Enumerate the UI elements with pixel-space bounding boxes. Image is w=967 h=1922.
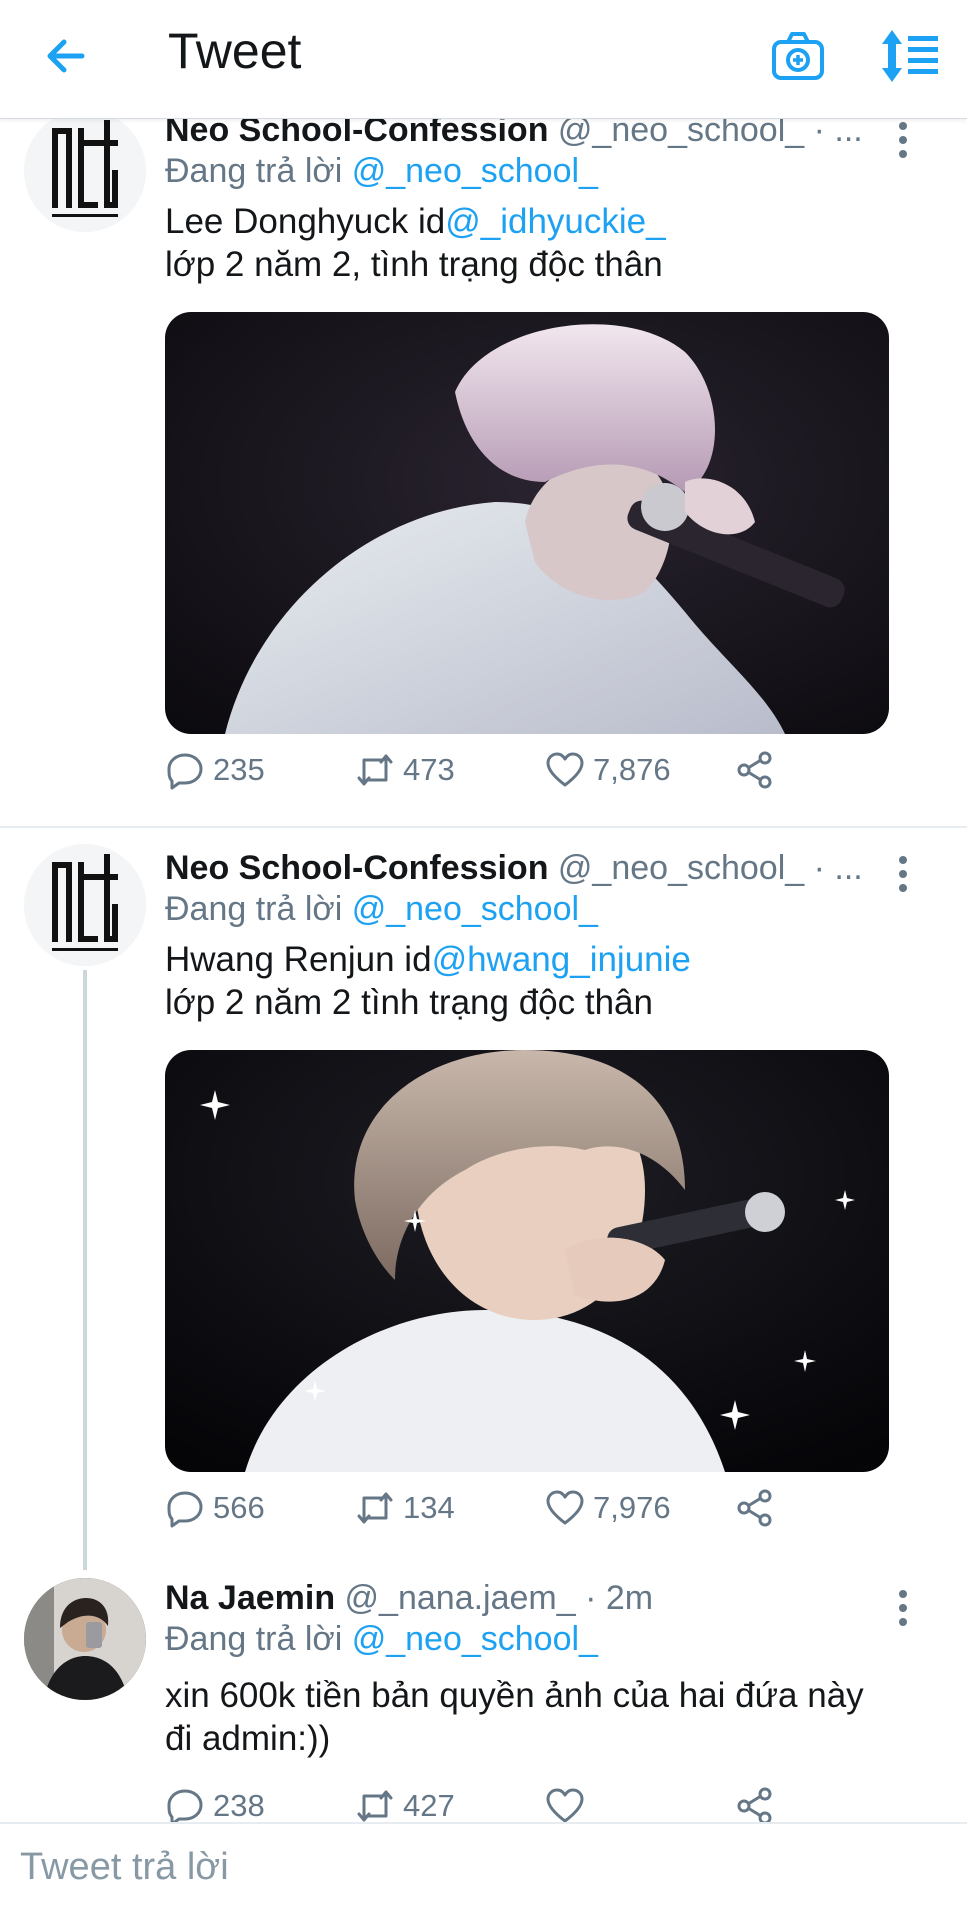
tweet-card[interactable]: Neo School-Confession @_neo_school_ · ..…	[0, 830, 967, 1570]
retweet-count: 473	[403, 752, 455, 787]
retweet-icon	[357, 1790, 393, 1822]
more-options-icon[interactable]	[895, 854, 911, 894]
reply-button[interactable]: 566	[165, 1488, 265, 1528]
share-button[interactable]	[735, 1786, 783, 1822]
replying-to-label: Đang trả lời	[165, 152, 352, 190]
share-icon	[737, 1489, 772, 1527]
retweet-count: 427	[403, 1788, 455, 1822]
tweet-card[interactable]: Na Jaemin @_nana.jaem_ · 2m Đang trả lời…	[0, 1566, 967, 1822]
camera-plus-icon	[772, 32, 824, 80]
replying-to: Đang trả lời @_neo_school_	[165, 1618, 905, 1660]
nct-logo-icon	[24, 110, 146, 232]
like-count: 7,876	[593, 752, 671, 787]
like-button[interactable]: 7,876	[545, 750, 671, 790]
reply-button[interactable]: 235	[165, 750, 265, 790]
retweet-icon	[357, 754, 393, 786]
reply-icon	[167, 1789, 203, 1822]
concert-photo	[165, 312, 889, 734]
reply-button[interactable]: 238	[165, 1786, 265, 1822]
tweet-header: Na Jaemin @_nana.jaem_ · 2m	[165, 1578, 905, 1618]
tweet-actions: 566 134 7,976	[165, 1488, 905, 1548]
nct-logo-icon	[24, 844, 146, 966]
profile-photo	[24, 1578, 146, 1700]
avatar[interactable]	[24, 1578, 146, 1700]
reply-count: 238	[213, 1788, 265, 1822]
avatar[interactable]	[24, 844, 146, 966]
retweet-count: 134	[403, 1490, 455, 1525]
tweet-text-line2: lớp 2 năm 2, tình trạng độc thân	[165, 245, 663, 284]
replying-to-label: Đang trả lời	[165, 890, 352, 928]
replying-to: Đang trả lời @_neo_school_	[165, 888, 905, 930]
share-icon	[737, 751, 772, 789]
mention-link[interactable]: @_idhyuckie_	[445, 202, 665, 241]
tweet-photo[interactable]	[165, 1050, 889, 1472]
replying-to-label: Đang trả lời	[165, 1620, 352, 1658]
reply-icon	[167, 753, 203, 790]
reply-mention-link[interactable]: @_neo_school_	[352, 890, 598, 928]
sort-button[interactable]	[880, 28, 942, 84]
tweet-photo[interactable]	[165, 312, 889, 734]
tweet-text: xin 600k tiền bản quyền ảnh của hai đứa …	[165, 1674, 905, 1760]
more-options-icon[interactable]	[895, 120, 911, 160]
reply-mention-link[interactable]: @_neo_school_	[352, 1620, 598, 1658]
like-button[interactable]	[545, 1786, 593, 1822]
sort-lines-icon	[882, 30, 938, 82]
replying-to: Đang trả lời @_neo_school_	[165, 150, 905, 192]
tweet-actions: 235 473 7,876	[165, 750, 905, 810]
tweet-text: Hwang Renjun id@hwang_injunie lớp 2 năm …	[165, 938, 905, 1024]
retweet-button[interactable]: 134	[355, 1488, 455, 1528]
share-button[interactable]	[735, 750, 783, 790]
more-options-icon[interactable]	[895, 1588, 911, 1628]
arrow-left-icon	[47, 39, 85, 73]
thread-connector	[83, 970, 87, 1570]
like-count: 7,976	[593, 1490, 671, 1525]
tweet-actions: 238 427	[165, 1786, 905, 1822]
divider	[0, 826, 967, 828]
mention-link[interactable]: @hwang_injunie	[432, 940, 691, 979]
handle: @_nana.jaem_ · 2m	[344, 1579, 654, 1617]
tweet-text-line2: đi admin:))	[165, 1719, 331, 1758]
heart-icon	[546, 1788, 584, 1822]
tweet-text-line2: lớp 2 năm 2 tình trạng độc thân	[165, 983, 653, 1022]
display-name[interactable]: Na Jaemin	[165, 1579, 335, 1617]
reply-composer[interactable]: Tweet trả lời	[0, 1822, 967, 1922]
retweet-button[interactable]: 473	[355, 750, 455, 790]
retweet-icon	[357, 1492, 393, 1524]
tweet-header: Neo School-Confession @_neo_school_ · ..…	[165, 848, 905, 888]
tweet-card[interactable]: Neo School-Confession @_neo_school_ · ..…	[0, 96, 967, 826]
tweet-text: Lee Donghyuck id@_idhyuckie_ lớp 2 năm 2…	[165, 200, 905, 286]
display-name[interactable]: Neo School-Confession	[165, 849, 548, 887]
reply-icon	[167, 1491, 203, 1528]
concert-photo	[165, 1050, 889, 1472]
page-title: Tweet	[168, 23, 302, 79]
share-button[interactable]	[735, 1488, 783, 1528]
reply-mention-link[interactable]: @_neo_school_	[352, 152, 598, 190]
share-icon	[737, 1787, 772, 1822]
avatar[interactable]	[24, 110, 146, 232]
retweet-button[interactable]: 427	[355, 1786, 455, 1822]
tweet-text-line1: xin 600k tiền bản quyền ảnh của hai đứa …	[165, 1676, 864, 1715]
heart-icon	[546, 1490, 584, 1525]
top-app-bar: Tweet	[0, 0, 967, 119]
reply-input[interactable]: Tweet trả lời	[20, 1846, 229, 1889]
camera-button[interactable]	[770, 28, 826, 84]
reply-count: 566	[213, 1490, 265, 1525]
tweet-text-plain: Hwang Renjun id	[165, 940, 432, 979]
back-button[interactable]	[40, 30, 92, 82]
handle: @_neo_school_ · ...	[557, 849, 863, 887]
tweet-text-plain: Lee Donghyuck id	[165, 202, 446, 241]
heart-icon	[546, 752, 584, 787]
like-button[interactable]: 7,976	[545, 1488, 671, 1528]
reply-count: 235	[213, 752, 265, 787]
